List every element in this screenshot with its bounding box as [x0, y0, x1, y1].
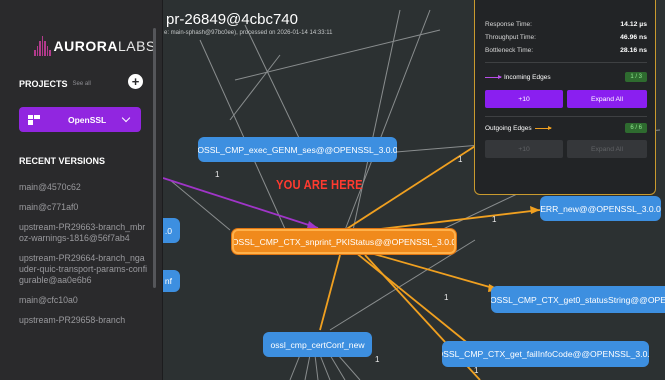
- logo: AURORALABS: [34, 36, 156, 56]
- outgoing-arrow-icon: [534, 125, 552, 130]
- stat-value: 28.16 ns: [620, 47, 647, 54]
- divider: [485, 116, 647, 117]
- incoming-expand-all-button[interactable]: Expand All: [567, 90, 647, 108]
- recent-versions-title: RECENT VERSIONS: [19, 156, 106, 166]
- version-item[interactable]: main@cfc10a0: [19, 295, 149, 306]
- version-item[interactable]: upstream-PR29658-branch: [19, 315, 149, 326]
- logo-text: AURORALABS: [53, 38, 156, 54]
- sidebar-scrollbar[interactable]: [153, 28, 156, 288]
- graph-node[interactable]: OSSL_CMP_exec_GENM_ses@@OPENSSL_3.0.0: [198, 137, 397, 162]
- stat-value: 14.12 µs: [620, 21, 647, 28]
- version-item[interactable]: main@4570c62: [19, 182, 149, 193]
- edge-label: 1: [375, 355, 380, 364]
- project-selector[interactable]: OpenSSL: [19, 107, 141, 132]
- incoming-edges-row: Incoming Edges 1 / 3: [485, 72, 647, 82]
- page-title: pr-26849@4cbc740: [166, 11, 298, 28]
- edge-label: 1: [474, 366, 479, 375]
- version-item[interactable]: main@c771af0: [19, 202, 149, 213]
- stat-label: Response Time:: [485, 21, 532, 28]
- outgoing-count-badge: 6 / 6: [625, 123, 647, 133]
- stat-row: Response Time: 14.12 µs: [485, 21, 647, 28]
- node-info-panel: Response Time: 14.12 µs Throughput Time:…: [474, 0, 656, 195]
- edge-label: 1: [492, 215, 497, 224]
- outgoing-plus10-button[interactable]: +10: [485, 140, 563, 158]
- projects-label: PROJECTS: [19, 79, 68, 89]
- see-all-link[interactable]: See all: [73, 81, 91, 87]
- edge-label: 1: [444, 293, 449, 302]
- add-project-button[interactable]: +: [128, 74, 143, 89]
- incoming-edges-label: Incoming Edges: [504, 73, 551, 81]
- sidebar: AURORALABS PROJECTS See all + OpenSSL RE…: [0, 0, 163, 380]
- app-window: 1 1 1 1 1 1 OSSL_CMP_exec_GENM_ses@@OPEN…: [0, 0, 665, 380]
- graph-node[interactable]: OSSL_CMP_CTX_get_failInfoCode@@OPENSSL_3…: [442, 341, 649, 367]
- stat-value: 46.96 ns: [620, 34, 647, 41]
- edge-label: 1: [215, 170, 220, 179]
- graph-node[interactable]: OSSL_CMP_CTX_get0_statusString@@OPE: [491, 286, 665, 313]
- version-item[interactable]: upstream-PR29664-branch_ngauder-quic-tra…: [19, 253, 149, 286]
- graph-node-focused[interactable]: OSSL_CMP_CTX_snprint_PKIStatus@@OPENSSL_…: [232, 229, 456, 254]
- projects-header: PROJECTS See all +: [19, 74, 143, 89]
- version-list: main@4570c62 main@c771af0 upstream-PR296…: [19, 182, 149, 335]
- project-grid-icon: [28, 114, 40, 125]
- edge-label: 1: [458, 155, 463, 164]
- graph-node[interactable]: ERR_new@@OPENSSL_3.0.0: [540, 196, 661, 221]
- outgoing-expand-all-button[interactable]: Expand All: [567, 140, 647, 158]
- stat-label: Throughput Time:: [485, 34, 536, 41]
- you-are-here-label: YOU ARE HERE: [276, 177, 363, 192]
- project-name: OpenSSL: [68, 114, 107, 125]
- outgoing-edges-row: Outgoing Edges 6 / 6: [485, 123, 647, 133]
- incoming-count-badge: 1 / 3: [625, 72, 647, 82]
- outgoing-edges-label: Outgoing Edges: [485, 124, 532, 132]
- graph-node[interactable]: ossl_cmp_certConf_new: [263, 332, 372, 357]
- stat-label: Bottleneck Time:: [485, 47, 534, 54]
- stat-row: Bottleneck Time: 28.16 ns: [485, 47, 647, 54]
- stat-row: Throughput Time: 46.96 ns: [485, 34, 647, 41]
- chevron-down-icon: [121, 113, 131, 123]
- page-subtitle: e: main-sphash@97bc0ee), processed on 20…: [164, 30, 333, 36]
- incoming-plus10-button[interactable]: +10: [485, 90, 563, 108]
- logo-bars-icon: [34, 36, 51, 56]
- version-item[interactable]: upstream-PR29663-branch_mbroz-warnings-1…: [19, 222, 149, 244]
- divider: [485, 62, 647, 63]
- incoming-arrow-icon: [485, 74, 502, 79]
